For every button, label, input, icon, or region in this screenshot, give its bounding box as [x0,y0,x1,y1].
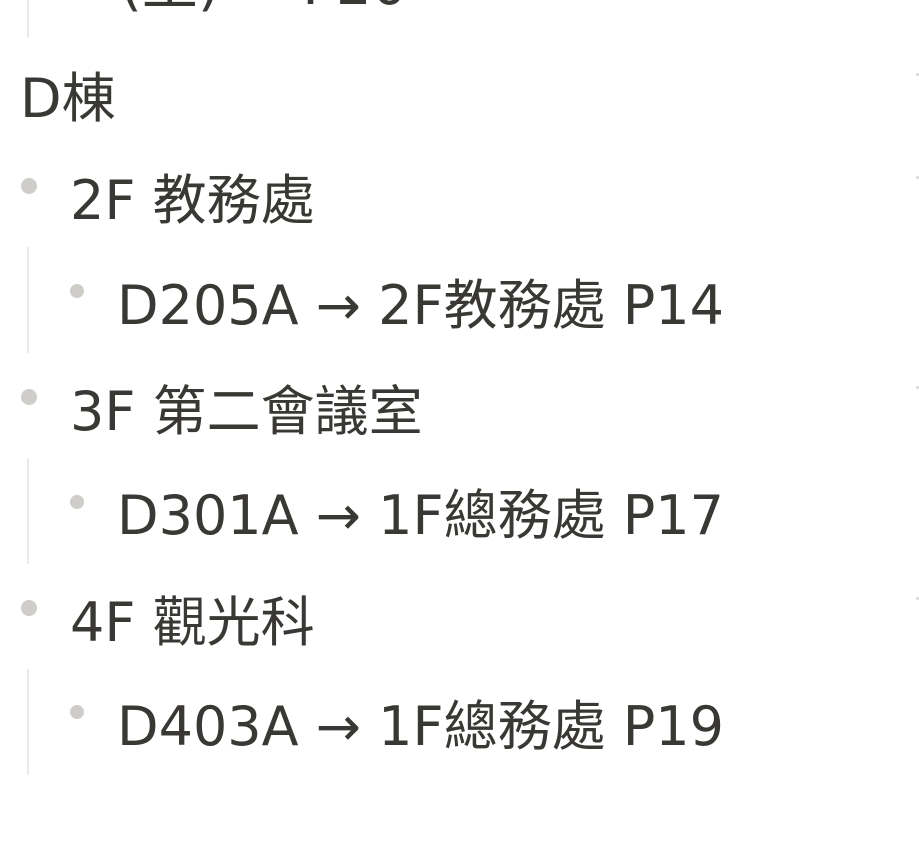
bullet-dot[interactable] [21,389,37,405]
outline-page: (土) → P20 D棟 2F 教務處 D205A → 2F教務處 P14 3F… [0,0,919,851]
list-item[interactable]: 2F 教務處 [70,170,315,232]
sub-list-item[interactable]: D205A → 2F教務處 P14 [117,275,724,337]
section-heading[interactable]: D棟 [20,68,116,130]
sub-list-item[interactable]: D301A → 1F總務處 P17 [117,485,724,547]
indent-guide [27,669,29,775]
indent-guide [27,458,29,564]
bullet-dot[interactable] [21,178,37,194]
sub-bullet-dot[interactable] [70,284,84,298]
sub-bullet-dot[interactable] [70,495,84,509]
list-item[interactable]: 3F 第二會議室 [70,381,423,443]
bullet-dot[interactable] [21,600,37,616]
list-item[interactable]: 4F 觀光科 [70,592,315,654]
sub-list-item[interactable]: D403A → 1F總務處 P19 [117,696,724,758]
sub-bullet-dot[interactable] [70,705,84,719]
indent-guide [27,247,29,353]
indent-guide [27,0,29,38]
cutoff-line-text: (土) → P20 [120,0,407,16]
